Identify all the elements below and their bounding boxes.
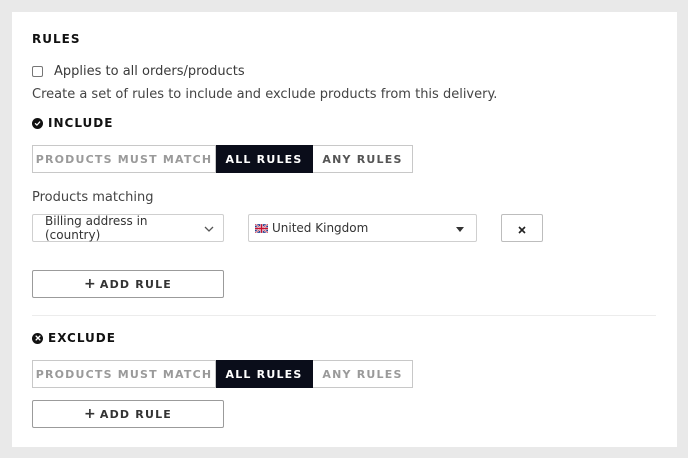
chevron-down-icon bbox=[204, 221, 214, 235]
rules-card: RULES Applies to all orders/products Cre… bbox=[12, 12, 677, 447]
exclude-all-rules-option[interactable]: ALL RULES bbox=[216, 360, 313, 388]
x-circle-icon bbox=[32, 332, 43, 344]
check-circle-icon bbox=[32, 117, 43, 129]
exclude-any-rules-option[interactable]: ANY RULES bbox=[313, 360, 413, 388]
exclude-add-rule-button[interactable]: + ADD RULE bbox=[32, 400, 224, 428]
include-label: INCLUDE bbox=[48, 116, 114, 130]
include-match-segment: PRODUCTS MUST MATCH ALL RULES ANY RULES bbox=[32, 145, 413, 173]
rule-field-value: Billing address in (country) bbox=[45, 214, 148, 242]
applies-all-row[interactable]: Applies to all orders/products bbox=[32, 64, 245, 79]
exclude-match-segment: PRODUCTS MUST MATCH ALL RULES ANY RULES bbox=[32, 360, 413, 388]
exclude-heading: EXCLUDE bbox=[32, 331, 116, 345]
caret-down-icon bbox=[456, 221, 464, 235]
products-matching-label: Products matching bbox=[32, 190, 154, 205]
exclude-products-must-match[interactable]: PRODUCTS MUST MATCH bbox=[32, 360, 216, 388]
rules-description: Create a set of rules to include and exc… bbox=[32, 87, 498, 102]
plus-icon: + bbox=[83, 406, 97, 422]
close-icon bbox=[518, 219, 526, 238]
include-add-rule-label: ADD RULE bbox=[99, 277, 173, 291]
include-products-must-match[interactable]: PRODUCTS MUST MATCH bbox=[32, 145, 216, 173]
remove-rule-button[interactable] bbox=[501, 214, 543, 242]
rules-title: RULES bbox=[32, 32, 81, 46]
exclude-label: EXCLUDE bbox=[48, 331, 116, 345]
rule-field-select[interactable]: Billing address in (country) bbox=[32, 214, 224, 242]
include-any-rules-option[interactable]: ANY RULES bbox=[313, 145, 413, 173]
country-select[interactable]: United Kingdom bbox=[248, 214, 477, 242]
country-value: United Kingdom bbox=[272, 221, 369, 235]
exclude-add-rule-label: ADD RULE bbox=[99, 407, 173, 421]
include-heading: INCLUDE bbox=[32, 116, 113, 130]
applies-all-label: Applies to all orders/products bbox=[54, 64, 245, 79]
plus-icon: + bbox=[83, 276, 97, 292]
include-add-rule-button[interactable]: + ADD RULE bbox=[32, 270, 224, 298]
section-divider bbox=[32, 315, 656, 316]
include-all-rules-option[interactable]: ALL RULES bbox=[216, 145, 313, 173]
applies-all-checkbox[interactable] bbox=[32, 66, 43, 77]
uk-flag-icon bbox=[255, 223, 268, 233]
